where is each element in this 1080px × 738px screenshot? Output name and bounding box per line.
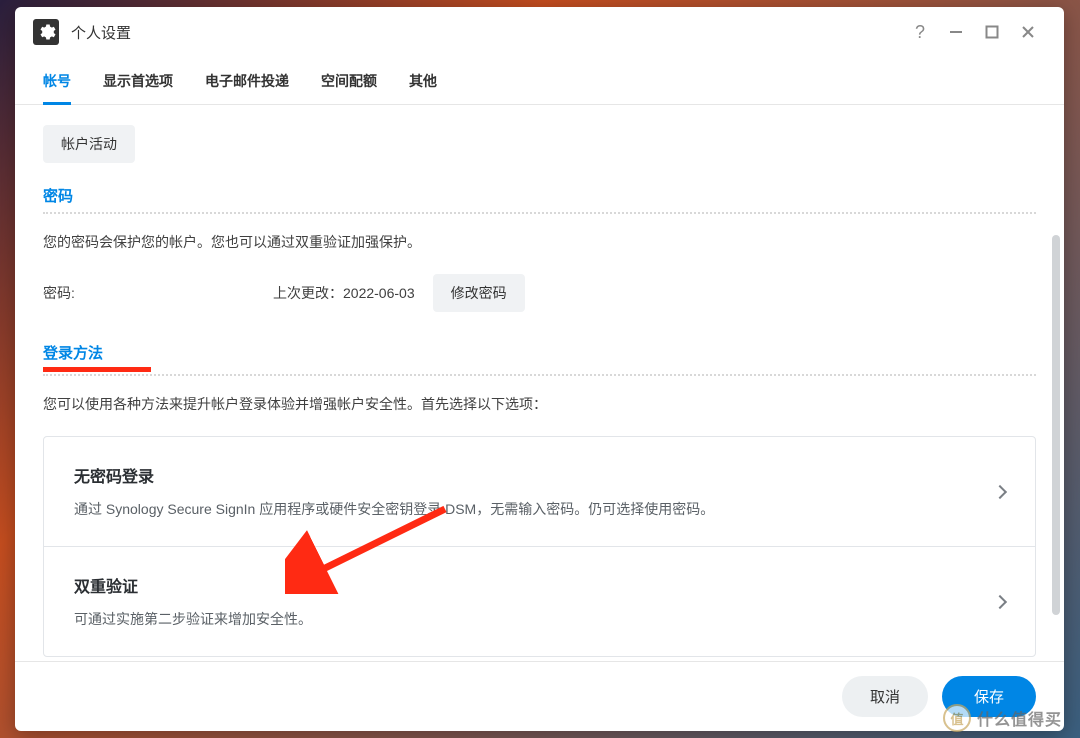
password-last-changed: 上次更改：2022-06-03 (273, 283, 415, 303)
chevron-right-icon (993, 484, 1007, 498)
password-row: 密码: 上次更改：2022-06-03 修改密码 (43, 274, 1036, 312)
method-title: 无密码登录 (74, 463, 995, 487)
scrollbar[interactable] (1052, 235, 1060, 661)
close-button[interactable] (1010, 14, 1046, 50)
divider (43, 374, 1036, 376)
login-methods-description: 您可以使用各种方法来提升帐户登录体验并增强帐户安全性。首先选择以下选项： (43, 394, 1036, 414)
password-label: 密码: (43, 283, 273, 303)
window-title: 个人设置 (71, 22, 131, 43)
cancel-button[interactable]: 取消 (842, 676, 928, 717)
method-desc: 可通过实施第二步验证来增加安全性。 (74, 609, 995, 630)
titlebar: 个人设置 ? (15, 7, 1064, 57)
gear-icon (33, 19, 59, 45)
method-title: 双重验证 (74, 573, 995, 597)
login-methods-heading: 登录方法 (43, 342, 1036, 363)
personal-settings-window: 个人设置 ? 帐号 显示首选项 电子邮件投递 空间配额 其他 帐户活动 密码 您… (15, 7, 1064, 731)
method-desc: 通过 Synology Secure SignIn 应用程序或硬件安全密钥登录 … (74, 499, 995, 520)
password-section-heading: 密码 (43, 185, 1036, 206)
tab-quota[interactable]: 空间配额 (321, 57, 377, 105)
watermark: 值 什么值得买 (943, 704, 1062, 732)
method-passwordless[interactable]: 无密码登录 通过 Synology Secure SignIn 应用程序或硬件安… (44, 437, 1035, 546)
tab-display-preferences[interactable]: 显示首选项 (103, 57, 173, 105)
minimize-button[interactable] (938, 14, 974, 50)
divider (43, 212, 1036, 214)
password-description: 您的密码会保护您的帐户。您也可以通过双重验证加强保护。 (43, 232, 1036, 252)
tab-email-delivery[interactable]: 电子邮件投递 (205, 57, 289, 105)
action-bar: 取消 保存 (15, 661, 1064, 731)
annotation-underline (43, 367, 151, 372)
account-activity-button[interactable]: 帐户活动 (43, 125, 135, 163)
watermark-text: 什么值得买 (977, 706, 1062, 730)
change-password-button[interactable]: 修改密码 (433, 274, 525, 312)
tab-account[interactable]: 帐号 (43, 57, 71, 105)
login-methods-list: 无密码登录 通过 Synology Secure SignIn 应用程序或硬件安… (43, 436, 1036, 657)
content-area: 帐户活动 密码 您的密码会保护您的帐户。您也可以通过双重验证加强保护。 密码: … (15, 105, 1064, 661)
watermark-badge: 值 (943, 704, 971, 732)
help-button[interactable]: ? (902, 14, 938, 50)
method-two-factor[interactable]: 双重验证 可通过实施第二步验证来增加安全性。 (44, 546, 1035, 656)
chevron-right-icon (993, 594, 1007, 608)
tab-other[interactable]: 其他 (409, 57, 437, 105)
tabbar: 帐号 显示首选项 电子邮件投递 空间配额 其他 (15, 57, 1064, 105)
maximize-button[interactable] (974, 14, 1010, 50)
